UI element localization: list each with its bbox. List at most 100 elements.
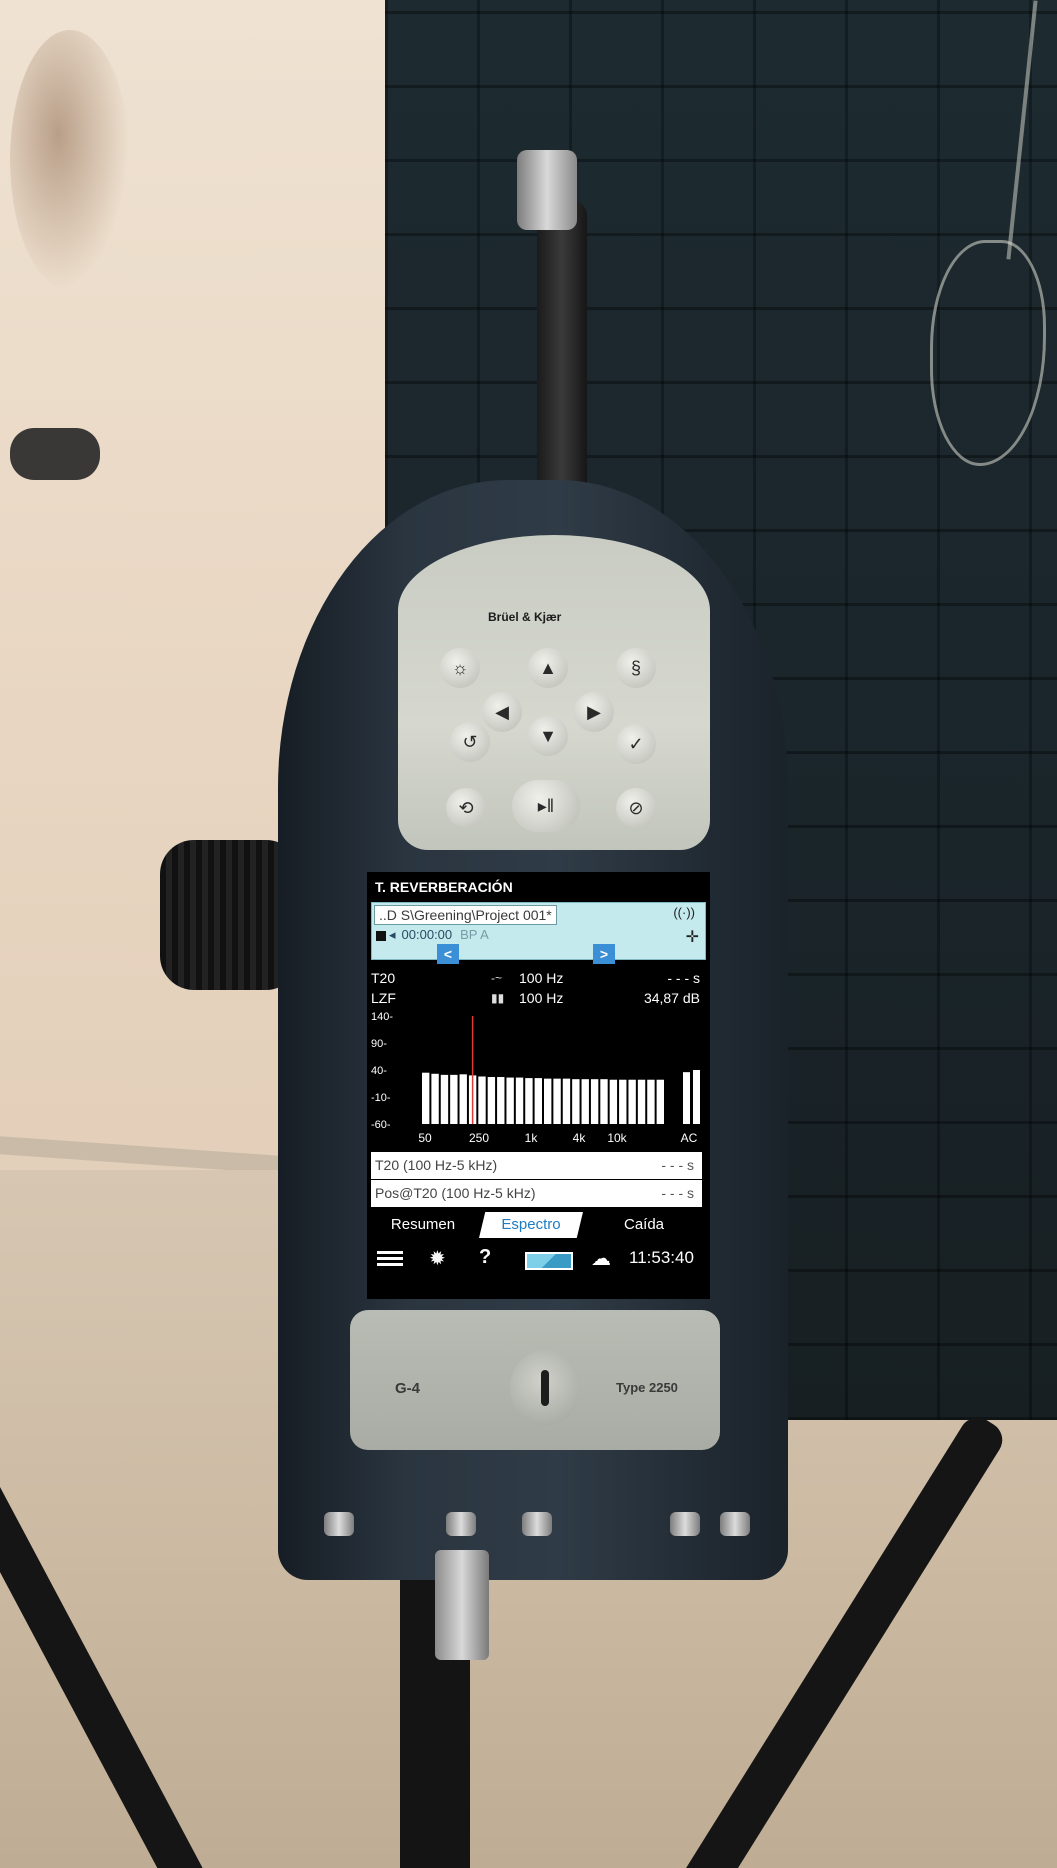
spectrum-bar	[656, 1079, 664, 1124]
input-port	[446, 1512, 476, 1536]
x-tick-label: 50	[418, 1131, 432, 1145]
x-tick-label: 1k	[525, 1131, 539, 1145]
voice-key[interactable]: §	[616, 648, 656, 688]
usb-port	[324, 1512, 354, 1536]
y-tick-label: 140-	[371, 1011, 393, 1023]
y-tick-label: -60-	[371, 1119, 391, 1131]
result-label: T20 (100 Hz-5 kHz)	[375, 1157, 498, 1173]
next-position-button[interactable]: >	[593, 944, 615, 964]
screen-title: T. REVERBERACIÓN	[367, 872, 710, 902]
x-tick-label: 10k	[607, 1131, 627, 1145]
brand-logo: Brüel & Kjær	[488, 610, 562, 624]
spectrum-bar	[487, 1077, 496, 1124]
y-tick-label: 90-	[371, 1038, 387, 1050]
spectrum-bar	[534, 1078, 542, 1124]
spectrum-bar	[628, 1079, 636, 1124]
y-tick-label: -10-	[371, 1092, 391, 1104]
gps-icon: ✛	[685, 929, 699, 946]
microphone-capsule	[517, 150, 577, 230]
spectrum-bar	[590, 1079, 599, 1124]
tab-espectro[interactable]: Espectro	[479, 1212, 583, 1238]
status-panel[interactable]: ..D S\Greening\Project 001* ((·)) ✛ ◂ 00:…	[371, 902, 706, 960]
broadband-bar	[683, 1072, 690, 1124]
recording-status: ◂ 00:00:00 BP A	[376, 927, 489, 943]
output-port	[720, 1512, 750, 1536]
clock[interactable]: 11:53:40	[629, 1248, 694, 1268]
backlight-icon[interactable]: ✹	[429, 1246, 446, 1271]
status-bar: ✹ ? ☁ 11:53:40	[367, 1238, 710, 1278]
tab-caida[interactable]: Caída	[589, 1212, 699, 1238]
spectrum-bar	[619, 1079, 627, 1124]
measured-value: 34,87 dB	[643, 990, 700, 1006]
spectrum-bar	[562, 1078, 571, 1124]
model-label-right: Type 2250	[616, 1380, 678, 1395]
model-label-left: G-4	[395, 1380, 421, 1397]
left-arrow-key[interactable]: ◀	[482, 692, 522, 732]
tab-bar: Resumen Espectro Caída	[367, 1208, 710, 1238]
spectrum-bar	[515, 1077, 524, 1124]
result-row[interactable]: T20 (100 Hz-5 kHz) - - - s	[371, 1152, 702, 1179]
result-label: Pos@T20 (100 Hz-5 kHz)	[375, 1185, 536, 1201]
photo-scene: Brüel & Kjær ☼ ▲ § ◀ ▶ ▼ ↺ ✓ ⟲ ▸‖ ⊘ T. R…	[0, 0, 1057, 1868]
battery-icon[interactable]	[525, 1252, 573, 1270]
spectrum-bar	[525, 1078, 533, 1124]
up-arrow-key[interactable]: ▲	[528, 648, 568, 688]
spectrum-chart[interactable]: 140- 90- 40- -10- -60- 50 250 1k 4k 10k AC	[367, 1008, 710, 1148]
cable-connector	[435, 1550, 489, 1660]
spectrum-bar	[478, 1076, 486, 1124]
param-label: T20	[371, 970, 396, 986]
sun-key[interactable]: ☼	[440, 648, 480, 688]
reset-key[interactable]: ⟲	[446, 788, 486, 828]
spectrum-bar	[431, 1073, 439, 1124]
stop-icon	[376, 930, 386, 941]
decay-icon: -~	[491, 971, 503, 985]
measured-value: - - - s	[667, 970, 700, 986]
power-key[interactable]	[510, 1350, 580, 1426]
prev-position-button[interactable]: <	[437, 944, 459, 964]
spectrum-bar	[450, 1074, 458, 1124]
spectrum-bar	[544, 1078, 552, 1124]
cloud-icon[interactable]: ☁	[591, 1246, 611, 1271]
input-port	[522, 1512, 552, 1536]
x-tick-label: 250	[469, 1131, 489, 1145]
right-arrow-key[interactable]: ▶	[574, 692, 614, 732]
accept-key[interactable]: ✓	[616, 724, 656, 764]
frequency-value: 100 Hz	[519, 990, 564, 1006]
broadband-bar	[693, 1070, 700, 1124]
result-value: - - - s	[661, 1185, 694, 1201]
x-tick-label: AC	[681, 1131, 698, 1145]
spectrum-bar	[553, 1078, 561, 1124]
output-port	[670, 1512, 700, 1536]
measurement-row-lzf[interactable]: LZF ▮▮ 100 Hz 34,87 dB	[371, 988, 706, 1008]
wall-hook	[10, 428, 100, 480]
back-key[interactable]: ↺	[450, 722, 490, 762]
spectrum-svg: 140- 90- 40- -10- -60- 50 250 1k 4k 10k AC	[371, 1011, 700, 1145]
elapsed-time: 00:00:00	[401, 927, 453, 942]
down-arrow-key[interactable]: ▼	[528, 716, 568, 756]
touch-screen[interactable]: T. REVERBERACIÓN ..D S\Greening\Project …	[367, 872, 710, 1299]
speaker-icon: ◂	[389, 927, 396, 942]
spectrum-bar	[572, 1079, 580, 1124]
project-path[interactable]: ..D S\Greening\Project 001*	[374, 905, 557, 925]
menu-icon[interactable]	[377, 1251, 403, 1267]
spectrum-bar	[506, 1077, 514, 1124]
y-tick-label: 40-	[371, 1065, 387, 1077]
start-pause-key[interactable]: ▸‖	[512, 780, 580, 832]
spectrum-bar	[600, 1079, 608, 1124]
frequency-value: 100 Hz	[519, 970, 564, 986]
x-tick-label: 4k	[573, 1131, 587, 1145]
measurement-row-t20[interactable]: T20 -~ 100 Hz - - - s	[371, 968, 706, 988]
spectrum-bar	[422, 1072, 430, 1124]
spectrum-bar	[459, 1074, 467, 1124]
spectrum-bar	[647, 1079, 655, 1124]
spectrum-bar	[581, 1079, 589, 1124]
spectrum-bar	[637, 1079, 646, 1124]
result-value: - - - s	[661, 1157, 694, 1173]
result-row[interactable]: Pos@T20 (100 Hz-5 kHz) - - - s	[371, 1180, 702, 1207]
wall-stain	[10, 30, 130, 290]
bar-chart-icon: ▮▮	[491, 991, 505, 1005]
bp-label: BP A	[460, 927, 489, 942]
save-key[interactable]: ⊘	[616, 788, 656, 828]
tab-resumen[interactable]: Resumen	[373, 1212, 473, 1238]
help-icon[interactable]: ?	[479, 1246, 491, 1269]
